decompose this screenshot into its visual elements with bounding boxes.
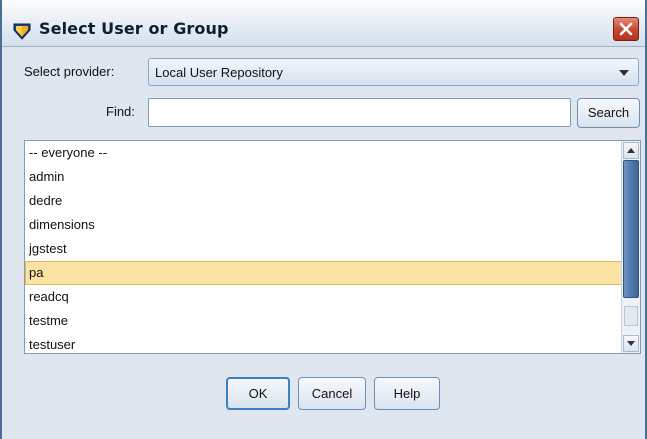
list-item[interactable]: testuser: [25, 333, 622, 353]
scroll-thumb[interactable]: [623, 160, 639, 298]
cancel-button[interactable]: Cancel: [298, 377, 366, 410]
close-button[interactable]: [613, 17, 639, 41]
provider-label: Select provider:: [24, 64, 115, 79]
list-item[interactable]: testme: [25, 309, 622, 333]
scroll-up-button[interactable]: [623, 142, 639, 159]
diamond-shield-icon: [13, 23, 31, 40]
list-item[interactable]: admin: [25, 165, 622, 189]
vertical-scrollbar[interactable]: [621, 141, 640, 353]
chevron-down-icon: [619, 70, 629, 76]
dialog-window: Select User or Group Select provider: Lo…: [0, 0, 647, 439]
list-item[interactable]: readcq: [25, 285, 622, 309]
list-item-selected[interactable]: pa: [25, 261, 622, 285]
scroll-track-lower[interactable]: [624, 306, 638, 326]
search-button[interactable]: Search: [577, 98, 640, 128]
close-icon: [619, 22, 633, 36]
list-item[interactable]: -- everyone --: [25, 141, 622, 165]
list-item[interactable]: dimensions: [25, 213, 622, 237]
arrow-down-icon: [627, 341, 635, 346]
scroll-down-button[interactable]: [623, 335, 639, 352]
title-bar[interactable]: Select User or Group: [2, 0, 645, 47]
dialog-title: Select User or Group: [39, 19, 229, 38]
find-input[interactable]: [148, 98, 571, 127]
list-item[interactable]: jgstest: [25, 237, 622, 261]
list-item[interactable]: dedre: [25, 189, 622, 213]
provider-selected-value: Local User Repository: [155, 65, 283, 80]
find-label: Find:: [106, 104, 135, 119]
arrow-up-icon: [627, 148, 635, 153]
user-group-list[interactable]: -- everyone -- admin dedre dimensions jg…: [24, 140, 641, 354]
provider-select[interactable]: Local User Repository: [148, 58, 639, 86]
ok-button[interactable]: OK: [226, 377, 290, 410]
help-button[interactable]: Help: [374, 377, 440, 410]
